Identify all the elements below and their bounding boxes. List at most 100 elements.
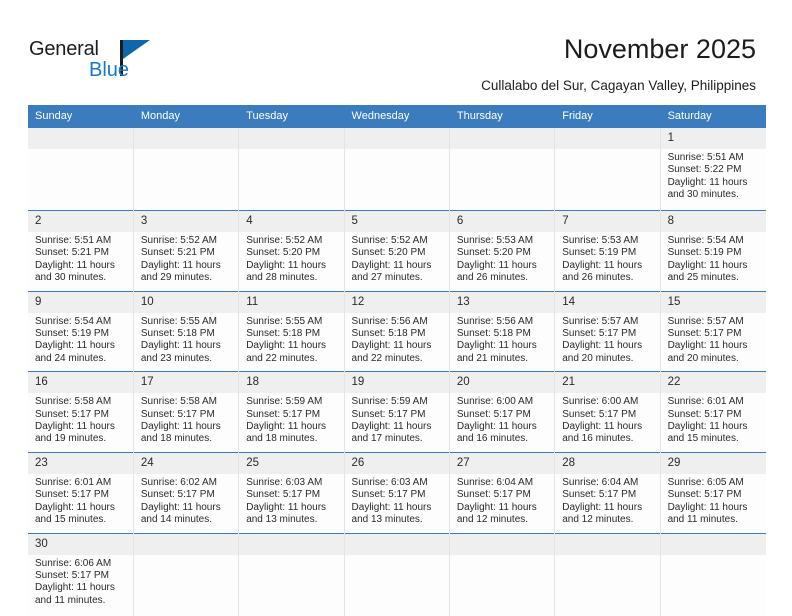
calendar-day-cell[interactable]: 10 Sunrise: 5:55 AM Sunset: 5:18 PM Dayligh… — [132, 290, 239, 372]
day-sun-info-line: Sunset: 5:17 PM — [562, 408, 637, 420]
calendar-day-cell[interactable]: 22 Sunrise: 6:01 AM Sunset: 5:17 PM Dayligh… — [659, 371, 766, 453]
calendar-cell-empty — [554, 127, 661, 211]
day-sun-info-line: Sunset: 5:20 PM — [351, 247, 426, 259]
day-sun-info-line: Sunrise: 5:52 AM — [246, 235, 323, 246]
day-sun-info-line: Sunset: 5:18 PM — [246, 328, 321, 340]
calendar-day-cell[interactable]: 23 Sunrise: 6:01 AM Sunset: 5:17 PM Dayligh… — [28, 451, 134, 533]
day-number: 25 — [239, 452, 344, 474]
calendar-day-cell[interactable]: 12 Sunrise: 5:56 AM Sunset: 5:18 PM Dayligh… — [343, 290, 450, 372]
day-sun-info-line: Sunrise: 5:54 AM — [35, 315, 112, 327]
day-sun-info-line: Sunset: 5:17 PM — [351, 408, 426, 420]
day-sun-info-line: and 16 minutes. — [562, 433, 634, 445]
calendar-day-cell[interactable]: 25 Sunrise: 6:03 AM Sunset: 5:17 PM Dayligh… — [238, 451, 345, 533]
day-number: 13 — [449, 291, 555, 313]
calendar-day-cell[interactable]: 19 Sunrise: 5:59 AM Sunset: 5:17 PM Dayligh… — [343, 371, 450, 453]
calendar-day-cell[interactable]: 16 Sunrise: 5:58 AM Sunset: 5:17 PM Dayligh… — [28, 371, 134, 453]
day-sun-info-line: Daylight: 11 hours — [351, 501, 432, 513]
calendar-day-cell[interactable]: 14 Sunrise: 5:57 AM Sunset: 5:17 PM Dayligh… — [554, 290, 661, 372]
day-number — [133, 128, 239, 149]
calendar-day-cell[interactable]: 7 Sunrise: 5:53 AM Sunset: 5:19 PM Daylight… — [554, 210, 661, 292]
calendar-cell-empty — [238, 127, 345, 211]
calendar-day-cell[interactable]: 11 Sunrise: 5:55 AM Sunset: 5:18 PM Dayligh… — [238, 290, 345, 372]
day-sun-info-line: Sunset: 5:20 PM — [246, 247, 321, 259]
calendar-day-cell[interactable]: 3 Sunrise: 5:52 AM Sunset: 5:21 PM Daylight… — [132, 210, 239, 292]
day-sun-info-line: and 15 minutes. — [667, 433, 739, 445]
calendar-day-cell[interactable]: 15 Sunrise: 5:57 AM Sunset: 5:17 PM Dayligh… — [659, 290, 766, 372]
calendar-day-cell[interactable]: 18 Sunrise: 5:59 AM Sunset: 5:17 PM Dayligh… — [238, 371, 345, 453]
day-sun-info — [134, 149, 238, 210]
day-sun-info-line: Daylight: 11 hours — [456, 421, 537, 433]
day-number: 17 — [133, 372, 239, 394]
weekday-header-row: Sunday Monday Tuesday Wednesday Thursday… — [28, 105, 767, 128]
calendar-day-cell[interactable]: 26 Sunrise: 6:03 AM Sunset: 5:17 PM Dayligh… — [343, 451, 450, 533]
day-sun-info-line: Daylight: 11 hours — [667, 421, 748, 433]
day-number: 28 — [555, 452, 660, 474]
day-sun-info-line: Sunrise: 6:03 AM — [351, 476, 428, 488]
calendar-day-cell[interactable]: 29 Sunrise: 6:05 AM Sunset: 5:17 PM Dayligh… — [659, 451, 766, 533]
calendar-day-cell[interactable]: 24 Sunrise: 6:02 AM Sunset: 5:17 PM Dayligh… — [132, 451, 239, 533]
day-sun-info: Sunrise: 5:54 AM Sunset: 5:19 PM Daylight:… — [28, 313, 133, 372]
logo-text-blue: Blue — [89, 59, 130, 81]
weekday-header-tuesday: Tuesday — [238, 105, 345, 128]
day-sun-info-line: Sunrise: 5:55 AM — [140, 315, 217, 327]
day-sun-info-line: Daylight: 11 hours — [562, 340, 643, 352]
day-sun-info-line: Sunset: 5:17 PM — [667, 328, 742, 340]
calendar-day-cell[interactable]: 13 Sunrise: 5:56 AM Sunset: 5:18 PM Dayligh… — [448, 290, 555, 372]
day-sun-info — [555, 555, 659, 616]
day-sun-info-line: Daylight: 11 hours — [246, 259, 327, 271]
general-blue-logo[interactable]: General Blue — [29, 38, 169, 86]
calendar-day-cell[interactable]: 2 Sunrise: 5:51 AM Sunset: 5:21 PM Daylight… — [28, 210, 134, 292]
day-number — [555, 128, 660, 149]
calendar-cell-empty — [659, 532, 766, 616]
day-number: 27 — [449, 452, 555, 474]
day-number: 21 — [555, 372, 660, 394]
day-sun-info — [134, 555, 238, 616]
weekday-header-thursday: Thursday — [449, 105, 556, 128]
day-sun-info-line: Sunset: 5:17 PM — [35, 489, 109, 501]
day-sun-info-line: Sunrise: 6:02 AM — [140, 476, 217, 488]
day-sun-info-line: and 22 minutes. — [246, 352, 318, 364]
day-sun-info: Sunrise: 5:55 AM Sunset: 5:18 PM Daylight:… — [134, 313, 238, 372]
day-sun-info-line: and 23 minutes. — [140, 352, 213, 364]
day-number: 7 — [555, 211, 660, 232]
day-sun-info: Sunrise: 5:58 AM Sunset: 5:17 PM Daylight:… — [28, 393, 133, 452]
day-sun-info: Sunrise: 5:53 AM Sunset: 5:19 PM Daylight:… — [555, 232, 659, 291]
calendar-day-cell[interactable]: 21 Sunrise: 6:00 AM Sunset: 5:17 PM Dayligh… — [554, 371, 661, 453]
day-number — [344, 533, 449, 555]
day-sun-info: Sunrise: 6:03 AM Sunset: 5:17 PM Daylight:… — [345, 474, 449, 533]
day-sun-info-line: Daylight: 11 hours — [351, 340, 432, 352]
day-sun-info-line: Daylight: 11 hours — [351, 421, 432, 433]
calendar-day-cell[interactable]: 27 Sunrise: 6:04 AM Sunset: 5:17 PM Dayligh… — [448, 451, 555, 533]
day-number: 15 — [660, 291, 766, 313]
calendar-cell-empty — [554, 532, 661, 616]
day-sun-info: Sunrise: 5:52 AM Sunset: 5:20 PM Daylight:… — [345, 232, 449, 291]
day-sun-info: Sunrise: 6:01 AM Sunset: 5:17 PM Daylight:… — [28, 474, 133, 533]
day-sun-info-line: and 27 minutes. — [351, 272, 423, 284]
day-sun-info-line: and 22 minutes. — [351, 352, 423, 364]
day-sun-info-line: and 18 minutes. — [140, 433, 213, 445]
calendar-day-cell[interactable]: 5 Sunrise: 5:52 AM Sunset: 5:20 PM Daylight… — [343, 210, 450, 292]
calendar-day-cell[interactable]: 1 Sunrise: 5:51 AM Sunset: 5:22 PM Daylight… — [659, 127, 766, 211]
day-number: 30 — [28, 533, 133, 555]
day-number: 26 — [344, 452, 449, 474]
calendar-day-cell[interactable]: 8 Sunrise: 5:54 AM Sunset: 5:19 PM Daylight… — [659, 210, 766, 292]
calendar-day-cell[interactable]: 28 Sunrise: 6:04 AM Sunset: 5:17 PM Dayligh… — [554, 451, 661, 533]
calendar-day-cell[interactable]: 6 Sunrise: 5:53 AM Sunset: 5:20 PM Daylight… — [448, 210, 555, 292]
day-sun-info-line: Sunset: 5:17 PM — [456, 408, 531, 420]
day-sun-info-line: and 25 minutes. — [667, 272, 739, 284]
calendar-week-row: 23 Sunrise: 6:01 AM Sunset: 5:17 PM Dayligh… — [28, 451, 766, 533]
day-sun-info-line: Sunset: 5:17 PM — [35, 569, 109, 581]
day-number: 12 — [344, 291, 449, 313]
calendar-day-cell[interactable]: 4 Sunrise: 5:52 AM Sunset: 5:20 PM Daylight… — [238, 210, 345, 292]
day-number: 22 — [660, 372, 766, 394]
day-sun-info-line: Sunset: 5:17 PM — [140, 408, 215, 420]
day-sun-info-line: and 30 minutes. — [667, 189, 739, 201]
day-sun-info: Sunrise: 5:59 AM Sunset: 5:17 PM Daylight:… — [345, 393, 449, 452]
day-sun-info-line: Sunrise: 5:56 AM — [351, 315, 428, 327]
day-sun-info-line: Sunrise: 5:51 AM — [667, 152, 744, 163]
calendar-day-cell[interactable]: 9 Sunrise: 5:54 AM Sunset: 5:19 PM Daylight… — [28, 290, 134, 372]
day-sun-info-line: Daylight: 11 hours — [562, 259, 643, 271]
calendar-day-cell[interactable]: 30 Sunrise: 6:06 AM Sunset: 5:17 PM Dayligh… — [28, 532, 134, 616]
calendar-day-cell[interactable]: 17 Sunrise: 5:58 AM Sunset: 5:17 PM Dayligh… — [132, 371, 239, 453]
calendar-day-cell[interactable]: 20 Sunrise: 6:00 AM Sunset: 5:17 PM Dayligh… — [448, 371, 555, 453]
